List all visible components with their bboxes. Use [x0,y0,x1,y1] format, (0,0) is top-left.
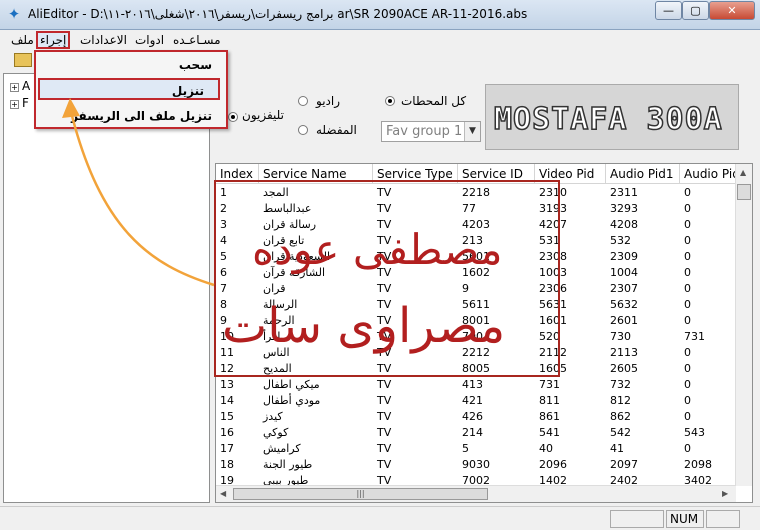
status-panel [706,510,740,528]
status-panel [610,510,664,528]
num-lock-indicator: NUM [670,512,699,526]
status-bar: NUM [0,506,760,530]
annotation-arrow [62,98,215,287]
arrow-line [68,107,215,287]
arrow-head [62,98,80,118]
